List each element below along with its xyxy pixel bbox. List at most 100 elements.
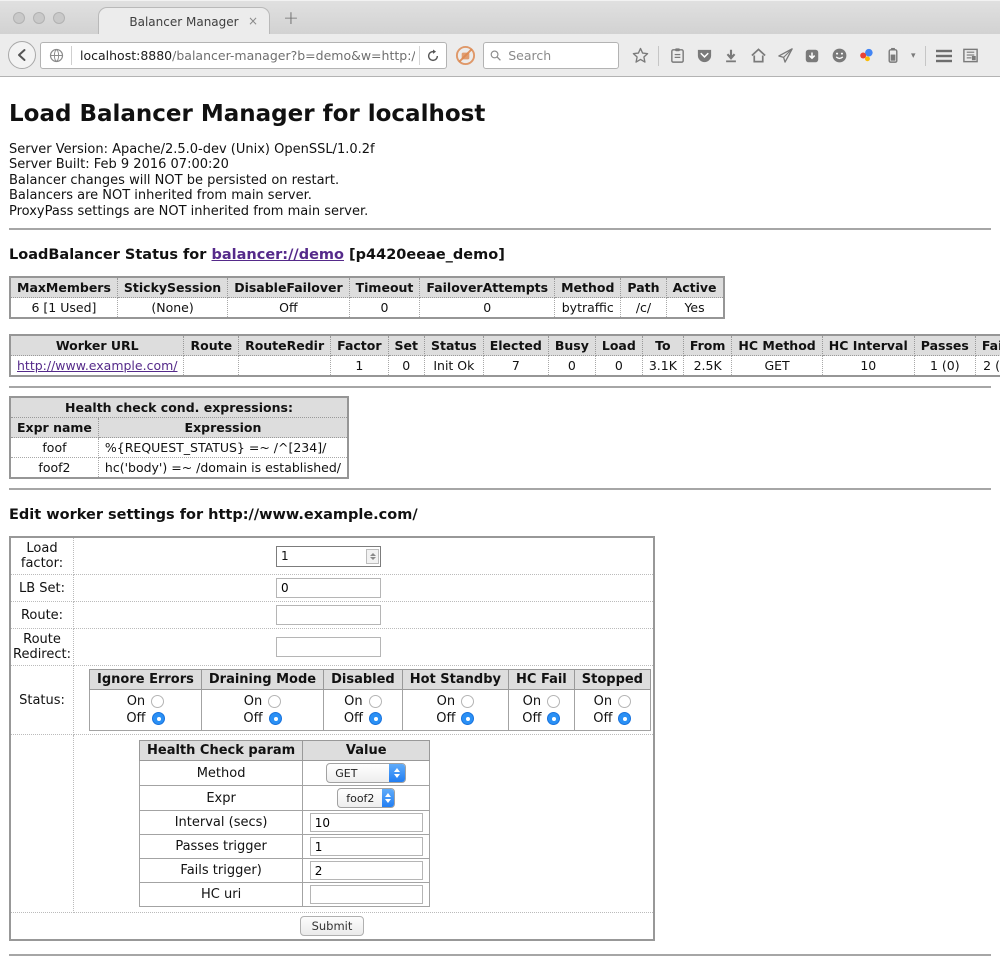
- feedback-smiley-icon[interactable]: [830, 47, 848, 65]
- browser-tab[interactable]: Balancer Manager ×: [98, 7, 270, 35]
- reload-button[interactable]: [419, 46, 440, 65]
- table-header-row: Worker URL Route RouteRedir Factor Set S…: [10, 335, 1000, 356]
- radio-on[interactable]: [151, 695, 164, 708]
- col-passes: Passes: [914, 335, 975, 356]
- multi-account-dots-icon[interactable]: [857, 47, 875, 65]
- on-label: On: [594, 693, 612, 710]
- overflow-caret-icon[interactable]: ▾: [911, 51, 916, 61]
- method-select[interactable]: GET: [326, 763, 406, 783]
- content-blocked-icon[interactable]: [455, 45, 476, 66]
- cell-timeout: 0: [349, 298, 420, 319]
- select-stepper-icon: [389, 763, 405, 783]
- col-active: Active: [666, 277, 723, 298]
- route-input[interactable]: [276, 605, 381, 625]
- window-minimize-button[interactable]: [33, 12, 45, 24]
- col-expression: Expression: [98, 418, 348, 438]
- page-content: Load Balancer Manager for localhost Serv…: [0, 77, 1000, 927]
- col-busy: Busy: [548, 335, 595, 356]
- col-expr-name: Expr name: [10, 418, 98, 438]
- status-hc-fail-cell: On Off: [509, 690, 575, 731]
- reading-list-icon[interactable]: [668, 47, 686, 65]
- method-label: Method: [140, 761, 303, 786]
- lb-set-input[interactable]: [276, 578, 381, 598]
- sidebar-panel-icon[interactable]: [962, 47, 980, 65]
- radio-on[interactable]: [618, 695, 631, 708]
- number-spinner-icon[interactable]: [366, 549, 379, 564]
- col-fails: Fails: [975, 335, 1000, 356]
- new-tab-button[interactable]: +: [283, 7, 299, 29]
- bookmark-star-icon[interactable]: [631, 47, 649, 65]
- cell-disablefailover: Off: [228, 298, 349, 319]
- radio-off-selected[interactable]: [152, 712, 165, 725]
- radio-on[interactable]: [268, 695, 281, 708]
- fails-label: Fails trigger): [140, 859, 303, 883]
- home-icon[interactable]: [749, 47, 767, 65]
- battery-status-icon[interactable]: [884, 47, 902, 65]
- col-elected: Elected: [483, 335, 548, 356]
- health-row-interval: Interval (secs): [140, 811, 430, 835]
- select-stepper-icon: [382, 788, 394, 808]
- radio-on[interactable]: [461, 695, 474, 708]
- radio-on[interactable]: [547, 695, 560, 708]
- search-bar[interactable]: [483, 42, 619, 69]
- radio-on[interactable]: [369, 695, 382, 708]
- window-close-button[interactable]: [13, 12, 25, 24]
- submit-button[interactable]: Submit: [300, 916, 365, 936]
- on-label: On: [437, 693, 455, 710]
- url-bar[interactable]: localhost:8880/balancer-manager?b=demo&w…: [40, 42, 447, 69]
- toolbar-separator: [658, 46, 659, 66]
- balancer-link[interactable]: balancer://demo: [211, 247, 344, 263]
- worker-url-link[interactable]: http://www.example.com/: [17, 358, 177, 373]
- interval-input[interactable]: [310, 813, 423, 832]
- worker-status-table: Worker URL Route RouteRedir Factor Set S…: [9, 334, 1000, 377]
- back-button[interactable]: [8, 41, 36, 69]
- route-label: Route:: [10, 602, 74, 629]
- cell-method: bytraffic: [555, 298, 621, 319]
- fails-input[interactable]: [310, 861, 423, 880]
- cell-expr-name: foof2: [10, 458, 98, 479]
- radio-off-selected[interactable]: [369, 712, 382, 725]
- search-input[interactable]: [506, 47, 612, 64]
- url-text[interactable]: localhost:8880/balancer-manager?b=demo&w…: [80, 48, 415, 63]
- col-disablefailover: DisableFailover: [228, 277, 349, 298]
- back-arrow-icon: [15, 48, 29, 62]
- cell-hc-method: GET: [732, 356, 822, 377]
- table-header-row: Health Check param Value: [140, 741, 430, 761]
- expr-select[interactable]: foof2: [337, 788, 395, 808]
- radio-off-selected[interactable]: [547, 712, 560, 725]
- col-routeredir: RouteRedir: [239, 335, 331, 356]
- window-zoom-button[interactable]: [53, 12, 65, 24]
- tab-close-icon[interactable]: ×: [248, 14, 258, 28]
- radio-off-selected[interactable]: [618, 712, 631, 725]
- load-factor-input[interactable]: 1: [276, 546, 381, 567]
- form-row-health-check: Health Check param Value Method GET: [10, 735, 654, 913]
- load-factor-label: Load factor:: [10, 537, 74, 575]
- send-tab-icon[interactable]: [776, 47, 794, 65]
- table-row: foof2 hc('body') =~ /domain is establish…: [10, 458, 348, 479]
- table-header-row: Expr name Expression: [10, 418, 348, 438]
- health-row-method: Method GET: [140, 761, 430, 786]
- pocket-icon[interactable]: [695, 47, 713, 65]
- radio-off-selected[interactable]: [461, 712, 474, 725]
- menu-hamburger-icon[interactable]: [935, 47, 953, 65]
- cell-hc-interval: 10: [822, 356, 914, 377]
- col-hc-fail: HC Fail: [509, 670, 575, 690]
- on-label: On: [344, 693, 362, 710]
- form-row-status: Status: Ignore Errors Draining Mode Disa…: [10, 666, 654, 735]
- form-row-lb-set: LB Set:: [10, 575, 654, 602]
- url-path: /balancer-manager?b=demo&w=http://www.ex…: [172, 48, 415, 63]
- radio-off-selected[interactable]: [269, 712, 282, 725]
- status-disabled-cell: On Off: [324, 690, 403, 731]
- method-selected-value: GET: [327, 767, 365, 780]
- hc-uri-input[interactable]: [310, 885, 423, 904]
- window-controls: [13, 12, 65, 24]
- route-redirect-input[interactable]: [276, 637, 381, 657]
- download-icon[interactable]: [722, 47, 740, 65]
- balancer-heading-prefix: LoadBalancer Status for: [9, 247, 211, 263]
- passes-input[interactable]: [310, 837, 423, 856]
- cell-set: 0: [388, 356, 424, 377]
- save-to-device-icon[interactable]: [803, 47, 821, 65]
- health-row-fails: Fails trigger): [140, 859, 430, 883]
- cell-stickysession: (None): [117, 298, 227, 319]
- cell-fails: 2 (0): [975, 356, 1000, 377]
